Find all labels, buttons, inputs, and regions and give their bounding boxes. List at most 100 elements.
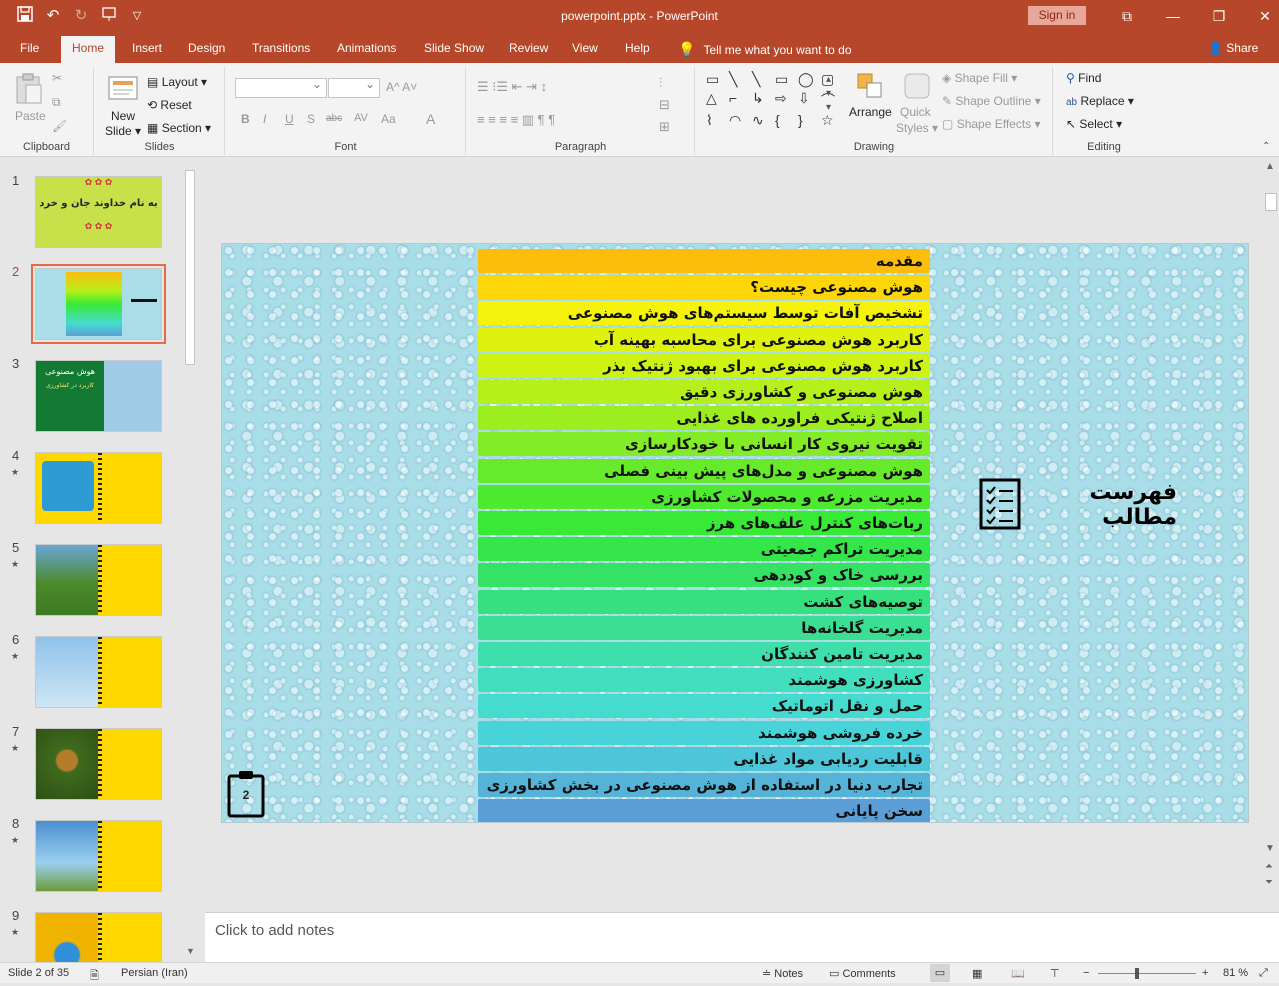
toc-item[interactable]: مدیریت گلخانه‌ها (478, 615, 930, 640)
oval-shape-icon[interactable]: ◯ (798, 71, 818, 88)
font-color-button[interactable]: A (426, 111, 435, 127)
toc-item[interactable]: مقدمه (478, 249, 930, 273)
tab-animations[interactable]: Animations (337, 41, 396, 55)
comments-toggle[interactable]: ▭ Comments (829, 967, 896, 980)
toc-item[interactable]: تشخیص آفات توسط سیستم‌های هوش مصنوعی (478, 301, 930, 326)
zoom-level[interactable]: 81 % (1223, 967, 1248, 979)
section-button[interactable]: ▦ Section ▾ (147, 121, 211, 135)
tab-view[interactable]: View (572, 41, 598, 55)
shape-outline-button[interactable]: ✎ Shape Outline ▾ (942, 94, 1041, 108)
shadow-button[interactable]: S (307, 112, 315, 126)
shape-fill-button[interactable]: ◈ Shape Fill ▾ (942, 71, 1017, 85)
scroll-down-arrow-icon[interactable]: ▼ (186, 946, 195, 956)
collapse-ribbon-icon[interactable]: ⌃ (1262, 141, 1270, 152)
toc-item[interactable]: مدیریت تراکم جمعیتی (478, 537, 930, 562)
tell-me-box[interactable]: 💡 Tell me what you want to do (678, 41, 852, 58)
find-button[interactable]: ⚲ Find (1066, 71, 1101, 85)
fit-slide-icon[interactable]: ⤢ (1259, 967, 1268, 980)
toc-item[interactable]: خرده فروشی هوشمند (478, 720, 930, 745)
underline-button[interactable]: U (285, 112, 294, 126)
toc-item[interactable]: مدیریت مزرعه و محصولات کشاورزی (478, 484, 930, 509)
align-icons[interactable]: ≡ ≡ ≡ ≡ ▥ ¶ ¶ (477, 112, 555, 128)
tab-review[interactable]: Review (509, 41, 548, 55)
tab-design[interactable]: Design (188, 41, 225, 55)
close-icon[interactable]: ✕ (1242, 4, 1279, 28)
paste-icon[interactable] (14, 73, 44, 104)
sign-in-button[interactable]: Sign in (1028, 6, 1086, 25)
toc-item[interactable]: کاربرد هوش مصنوعی برای بهبود ژنتیک بذر (478, 353, 930, 378)
reset-button[interactable]: ⟲ Reset (147, 98, 192, 112)
change-case-button[interactable]: Aa (381, 112, 396, 126)
layout-button[interactable]: ▤ Layout ▾ (147, 75, 207, 89)
arc-shape-icon[interactable]: ◠ (729, 112, 749, 129)
shape-effects-button[interactable]: ▢ Shape Effects ▾ (942, 117, 1041, 131)
toc-item[interactable]: ربات‌های کنترل علف‌های هرز (478, 511, 930, 535)
font-size-combo[interactable] (328, 77, 380, 98)
toc-item[interactable]: سخن پایانی (478, 799, 930, 822)
toc-item[interactable]: توصیه‌های کشت (478, 589, 930, 614)
slide-thumbnail-3[interactable]: هوش مصنوعی کاربرد در کشاورزی (35, 360, 162, 432)
text-direction-icon[interactable]: ⫶ (659, 75, 662, 91)
language-indicator[interactable]: Persian (Iran) (121, 967, 188, 979)
slide-thumbnail-6[interactable] (35, 636, 162, 708)
toc-item[interactable]: قابلیت ردیابی مواد غذایی (478, 746, 930, 771)
thumbnails-scroll-thumb[interactable] (185, 170, 195, 365)
editor-scroll-thumb[interactable] (1265, 193, 1277, 211)
format-painter-icon[interactable]: 🖌 (52, 119, 67, 133)
brace-left-shape-icon[interactable]: { (775, 112, 795, 129)
tab-file[interactable]: File (20, 41, 39, 55)
select-button[interactable]: ↖ Select ▾ (1066, 117, 1122, 131)
notes-pane[interactable]: Click to add notes (205, 912, 1279, 962)
toc-item[interactable]: حمل و نقل اتوماتیک (478, 694, 930, 719)
scroll-down-arrow-icon[interactable]: ▼ (1265, 843, 1275, 854)
smartart-icon[interactable]: ⊞ (659, 119, 670, 135)
tab-insert[interactable]: Insert (132, 41, 162, 55)
spell-check-icon[interactable]: 🗎 (90, 967, 99, 986)
bold-button[interactable]: B (241, 112, 250, 126)
zoom-out-icon[interactable]: − (1083, 967, 1089, 979)
arrow-down-shape-icon[interactable]: ⇩ (798, 90, 818, 110)
triangle-shape-icon[interactable]: △ (706, 90, 726, 110)
previous-slide-icon[interactable]: ⏶ (1265, 861, 1273, 872)
rect-shape-icon[interactable]: ▭ (775, 71, 795, 88)
line-shape-icon[interactable]: ╲ (729, 71, 749, 88)
tab-slide-show[interactable]: Slide Show (424, 41, 484, 55)
paste-button[interactable]: Paste (15, 109, 46, 123)
wave-shape-icon[interactable]: ∿ (752, 112, 772, 129)
cut-icon[interactable]: ✂ (52, 71, 62, 85)
new-slide-button[interactable]: New (111, 109, 135, 123)
slide-thumbnail-5[interactable] (35, 544, 162, 616)
tab-transitions[interactable]: Transitions (252, 41, 310, 55)
quick-styles-dropdown[interactable]: Styles ▾ (896, 121, 938, 135)
bullets-icon[interactable]: ☰ ⁝☰ ⇤ ⇥ ↕ (477, 79, 547, 95)
character-spacing-button[interactable]: AV (354, 112, 368, 124)
slide-thumbnail-2[interactable] (31, 264, 166, 344)
font-grow-icon[interactable]: A^ A˅ (386, 80, 417, 94)
toc-item[interactable]: بررسی خاک و کوددهی (478, 563, 930, 588)
copy-icon[interactable]: ⧉ (52, 95, 61, 110)
reading-view-icon[interactable]: 📖 (1011, 967, 1025, 980)
toc-item[interactable]: هوش مصنوعی و مدل‌های پیش بینی فصلی (478, 458, 930, 483)
slide-thumbnail-4[interactable] (35, 452, 162, 524)
slide-sorter-icon[interactable]: ▦ (972, 967, 982, 980)
quick-styles-button[interactable]: Quick (900, 105, 931, 119)
connector-shape-icon[interactable]: ↳ (752, 90, 772, 110)
slide-thumbnail-7[interactable] (35, 728, 162, 800)
elbow-shape-icon[interactable]: ⌐ (729, 90, 749, 110)
slide-title[interactable]: فهرست مطالب (1037, 480, 1177, 530)
tab-home[interactable]: Home (61, 36, 116, 63)
slide-thumbnail-8[interactable] (35, 820, 162, 892)
ribbon-display-options-icon[interactable]: ⧉ (1104, 4, 1150, 28)
textbox-shape-icon[interactable]: ▭ (706, 71, 726, 88)
maximize-icon[interactable]: ❐ (1196, 4, 1242, 28)
slide-thumbnail-9[interactable] (35, 912, 162, 962)
zoom-in-icon[interactable]: + (1202, 967, 1208, 979)
replace-button[interactable]: ab Replace ▾ (1066, 94, 1134, 108)
freeform-shape-icon[interactable]: ⌇ (706, 112, 726, 129)
slide-thumbnail-1[interactable]: ✿ ✿ ✿ به نام خداوند جان و خرد ✿ ✿ ✿ (35, 176, 162, 248)
slide-canvas[interactable]: مقدمه هوش مصنوعی چیست؟ تشخیص آفات توسط سیس… (221, 243, 1249, 823)
toc-item[interactable]: هوش مصنوعی چیست؟ (478, 275, 930, 300)
editor-scrollbar[interactable]: ▲ ▼ ⏶ ⏷ (1263, 157, 1279, 912)
normal-view-icon[interactable]: ▭ (930, 964, 950, 982)
brace-right-shape-icon[interactable]: } (798, 112, 818, 129)
